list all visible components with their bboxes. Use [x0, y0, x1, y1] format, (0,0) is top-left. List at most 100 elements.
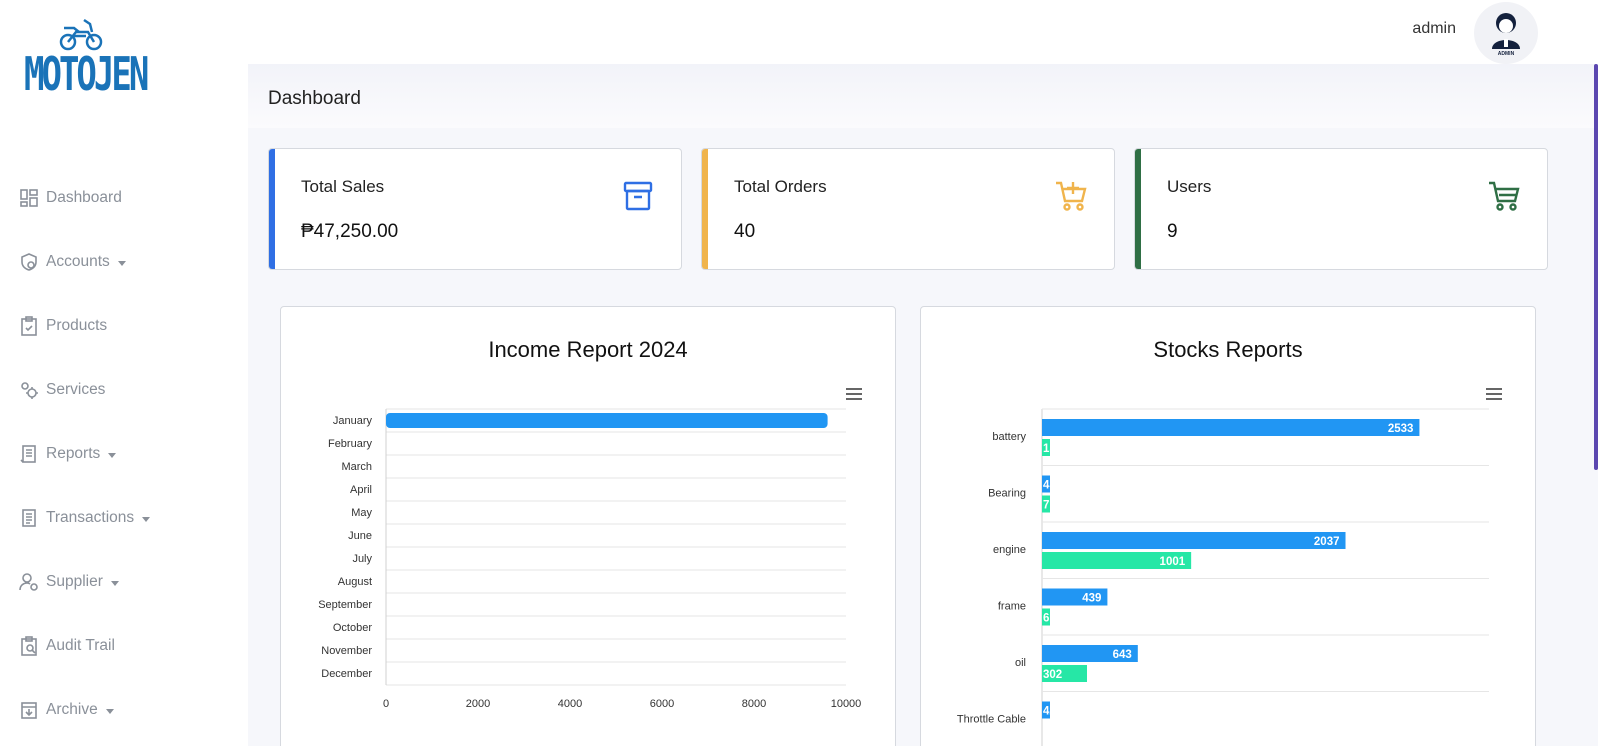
stock-bar — [1042, 532, 1346, 549]
title-bar: Dashboard — [248, 64, 1598, 128]
x-tick-label: 8000 — [742, 698, 766, 710]
y-tick-label: July — [352, 553, 372, 565]
sidebar-item-label: Dashboard — [46, 189, 122, 206]
sidebar: MOTOJEN Dashboard Accounts Products Serv… — [0, 0, 248, 746]
y-tick-label: engine — [993, 544, 1026, 556]
y-tick-label: August — [338, 576, 372, 588]
data-label: 42 — [1043, 706, 1056, 718]
sidebar-item-services[interactable]: Services — [18, 358, 150, 422]
sidebar-item-label: Transactions — [46, 509, 135, 526]
income-report-panel: Income Report 2024 January February March A… — [280, 306, 896, 746]
card-accent — [702, 149, 708, 269]
gears-icon — [21, 382, 38, 399]
data-label: 45 — [1043, 480, 1056, 492]
x-tick-label: 6000 — [650, 698, 674, 710]
top-bar: admin ADMIN — [248, 0, 1598, 64]
brand-name: MOTOJEN — [24, 48, 149, 102]
shield-user-icon — [21, 253, 37, 271]
card-accent — [269, 149, 275, 269]
x-tick-label: 2000 — [466, 698, 490, 710]
users-card: Users 9 — [1134, 148, 1548, 270]
data-label: 6 — [1043, 613, 1049, 625]
stocks-chart: battery 2533 15 Bearing 45 7 engine 2037 1001 fra… — [957, 408, 1489, 746]
sidebar-item-products[interactable]: Products — [18, 294, 150, 358]
data-label: 7 — [1043, 500, 1049, 512]
total-sales-card: Total Sales ₱47,250.00 — [268, 148, 682, 270]
card-label: Total Orders — [734, 177, 827, 196]
cart-plus-icon — [1056, 181, 1087, 211]
avatar[interactable]: ADMIN — [1474, 2, 1538, 64]
income-bar — [386, 413, 828, 428]
sidebar-item-label: Reports — [46, 445, 101, 462]
stock-bar — [1042, 419, 1420, 436]
sidebar-item-label: Audit Trail — [46, 637, 115, 654]
sidebar-item-label: Products — [46, 317, 108, 334]
y-tick-label: December — [321, 668, 372, 680]
archive-icon — [21, 702, 37, 719]
data-label: 439 — [1082, 593, 1101, 605]
card-label: Users — [1167, 177, 1212, 196]
receipt-icon — [22, 509, 36, 527]
sidebar-item-label: Supplier — [46, 573, 103, 590]
sidebar-nav: Dashboard Accounts Products Services Rep… — [18, 166, 151, 742]
income-chart: January February March April May June July Augu… — [318, 408, 862, 710]
data-label: 15 — [1043, 443, 1056, 455]
y-tick-label: September — [318, 599, 372, 611]
sidebar-item-dashboard[interactable]: Dashboard — [18, 166, 150, 230]
chevron-down-icon — [110, 580, 119, 586]
stocks-report-panel: Stocks Reports battery 2533 15 Bearing 45 7 en… — [920, 306, 1536, 746]
y-tick-label: frame — [998, 601, 1026, 613]
sidebar-item-transactions[interactable]: Transactions — [18, 486, 151, 550]
chevron-down-icon — [108, 452, 117, 458]
sidebar-item-reports[interactable]: Reports — [18, 422, 150, 486]
y-tick-label: January — [333, 415, 373, 427]
card-label: Total Sales — [301, 177, 385, 196]
y-tick-label: battery — [992, 431, 1026, 443]
admin-avatar-icon: ADMIN — [1492, 13, 1520, 57]
page-title: Dashboard — [268, 88, 361, 109]
y-tick-label: Throttle Cable — [957, 714, 1026, 726]
chevron-down-icon — [142, 516, 151, 522]
main-content: Dashboard Total Sales ₱47,250.00 Total O… — [248, 64, 1598, 746]
sidebar-item-label: Accounts — [46, 253, 110, 270]
card-value: ₱47,250.00 — [301, 221, 399, 242]
y-tick-label: Bearing — [988, 488, 1026, 500]
data-label: 1001 — [1160, 556, 1186, 568]
sidebar-item-label: Services — [46, 381, 106, 398]
y-tick-label: oil — [1015, 657, 1026, 669]
sidebar-item-archive[interactable]: Archive — [18, 678, 150, 742]
sidebar-item-supplier[interactable]: Supplier — [18, 550, 150, 614]
data-label: 2037 — [1314, 536, 1340, 548]
card-value: 9 — [1167, 221, 1178, 242]
clipboard-search-icon — [21, 636, 37, 656]
sidebar-item-accounts[interactable]: Accounts — [18, 230, 150, 294]
y-tick-label: April — [350, 484, 372, 496]
username[interactable]: admin — [1412, 20, 1456, 38]
clipboard-check-icon — [21, 316, 37, 336]
cart-icon — [1489, 181, 1520, 211]
data-label: 643 — [1113, 649, 1132, 661]
scroll-icon — [20, 445, 36, 463]
sidebar-item-label: Archive — [46, 701, 98, 718]
scrollbar[interactable] — [1594, 64, 1598, 470]
sidebar-item-audit-trail[interactable]: Audit Trail — [18, 614, 150, 678]
x-tick-label: 0 — [383, 698, 389, 710]
x-tick-label: 10000 — [831, 698, 862, 710]
data-label: 2533 — [1388, 423, 1414, 435]
avatar-caption: ADMIN — [1498, 51, 1515, 57]
y-tick-label: November — [321, 645, 372, 657]
y-tick-label: October — [333, 622, 372, 634]
x-tick-label: 4000 — [558, 698, 582, 710]
y-tick-label: February — [328, 438, 373, 450]
card-accent — [1135, 149, 1141, 269]
data-label: 302 — [1043, 669, 1062, 681]
y-tick-label: March — [341, 461, 372, 473]
y-tick-label: May — [351, 507, 372, 519]
total-orders-card: Total Orders 40 — [701, 148, 1115, 270]
dashboard-icon — [20, 189, 38, 207]
user-gear-icon — [19, 573, 38, 591]
archive-box-icon — [623, 181, 653, 211]
chevron-down-icon — [117, 260, 126, 266]
card-value: 40 — [734, 221, 756, 242]
y-tick-label: June — [348, 530, 372, 542]
